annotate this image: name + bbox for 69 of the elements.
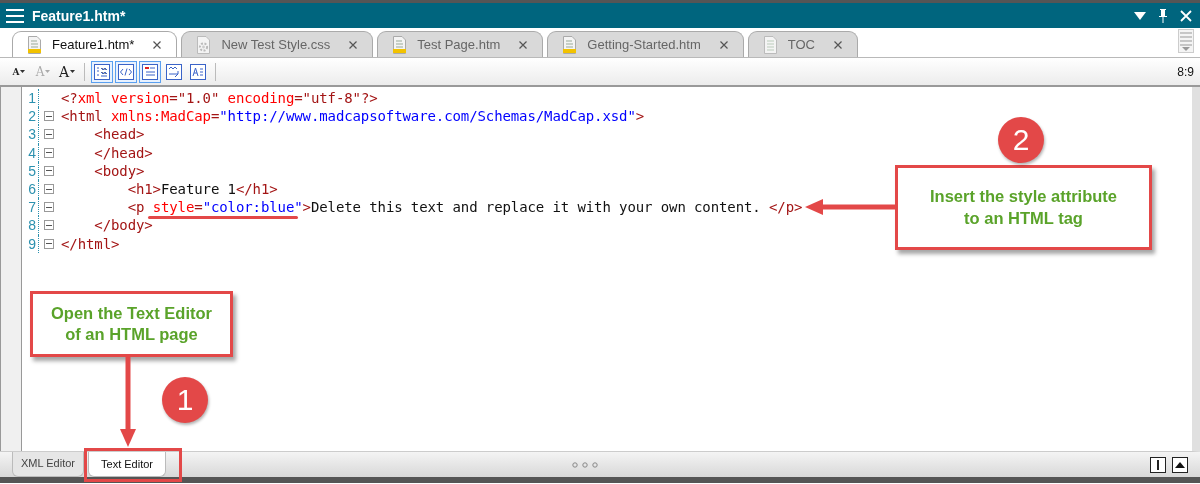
line-number: 7 xyxy=(27,199,36,216)
toolbar-icon xyxy=(117,62,135,81)
caret-icon xyxy=(20,69,26,74)
code-line: </html> xyxy=(61,235,120,252)
close-icon[interactable] xyxy=(518,39,529,50)
code-line: </head> xyxy=(93,144,153,161)
toolbar-button[interactable]: A xyxy=(8,60,30,83)
callout-box: Open the Text Editor of an HTML page xyxy=(30,291,233,357)
line-number: 3 xyxy=(27,126,36,143)
line-number: 6 xyxy=(27,181,36,198)
toolbar-icon xyxy=(141,62,159,81)
tab[interactable]: Feature1.htm* xyxy=(12,31,178,57)
caret-icon xyxy=(45,69,51,74)
collapse-icon[interactable] xyxy=(43,147,54,158)
toolbar-icon xyxy=(189,62,207,81)
page-icon xyxy=(762,35,778,54)
line-number: 1 xyxy=(27,90,36,107)
tab[interactable]: Getting-Started.htm xyxy=(547,31,744,57)
code-line: <head> xyxy=(93,126,145,143)
collapse-icon[interactable] xyxy=(43,111,54,122)
code-line: <body> xyxy=(93,162,145,179)
close-icon[interactable] xyxy=(833,39,843,50)
menu-icon[interactable] xyxy=(6,8,24,23)
collapse-icon[interactable] xyxy=(1172,457,1188,473)
line-number: 9 xyxy=(27,235,36,252)
close-icon[interactable] xyxy=(152,39,163,50)
collapse-icon[interactable] xyxy=(43,202,54,213)
tab-list-icon[interactable] xyxy=(1178,29,1194,53)
tab[interactable]: New Test Style.css xyxy=(181,31,374,57)
page-icon xyxy=(27,35,42,54)
toolbar-button[interactable] xyxy=(91,60,113,83)
page-icon xyxy=(562,35,578,54)
pin-icon[interactable] xyxy=(1158,8,1168,23)
window-title: Feature1.htm* xyxy=(32,7,126,24)
gear-page-icon xyxy=(196,35,212,54)
caret-icon xyxy=(70,69,76,74)
code-line: <?xml version="1.0" encoding="utf-8"?> xyxy=(61,90,378,107)
line-number: 5 xyxy=(27,162,36,179)
editor-tab[interactable]: XML Editor xyxy=(12,452,84,477)
tab[interactable]: Test Page.htm xyxy=(377,31,544,57)
toolbar-button[interactable]: A xyxy=(56,60,78,83)
collapse-icon[interactable] xyxy=(43,238,54,249)
line-number: 8 xyxy=(27,217,36,234)
grip-icon[interactable] xyxy=(572,462,598,468)
close-icon[interactable] xyxy=(718,39,729,50)
number-badge: 2 xyxy=(998,117,1044,163)
split-icon[interactable] xyxy=(1150,457,1166,473)
dropdown-icon[interactable] xyxy=(1134,11,1146,20)
callout-box: Insert the style attribute to an HTML tag xyxy=(895,165,1152,250)
toolbar-button[interactable] xyxy=(115,60,137,83)
tab[interactable]: TOC xyxy=(747,31,858,57)
collapse-icon[interactable] xyxy=(43,129,54,140)
line-number: 4 xyxy=(27,144,36,161)
collapse-icon[interactable] xyxy=(43,165,54,176)
toolbar-icon xyxy=(165,62,183,81)
editor-tab[interactable]: Text Editor xyxy=(88,452,166,477)
cursor-position: 8:9 xyxy=(1177,64,1194,79)
toolbar-icon xyxy=(93,62,111,81)
code-line: <html xmlns:MadCap="http://www.madcapsoftware.com/Schemas/MadCap.xsd"> xyxy=(61,108,645,125)
code-line: </body> xyxy=(93,217,153,234)
code-line: <p style="color:blue">Delete this text and replace it with your own content. </p> xyxy=(126,199,803,216)
line-number: 2 xyxy=(27,108,36,125)
collapse-icon[interactable] xyxy=(43,220,54,231)
code-line: <h1>Feature 1</h1> xyxy=(126,181,278,198)
number-badge: 1 xyxy=(162,377,208,423)
toolbar-button[interactable] xyxy=(139,60,161,83)
collapse-icon[interactable] xyxy=(43,184,54,195)
page-icon xyxy=(392,35,408,54)
close-icon[interactable] xyxy=(348,39,359,50)
